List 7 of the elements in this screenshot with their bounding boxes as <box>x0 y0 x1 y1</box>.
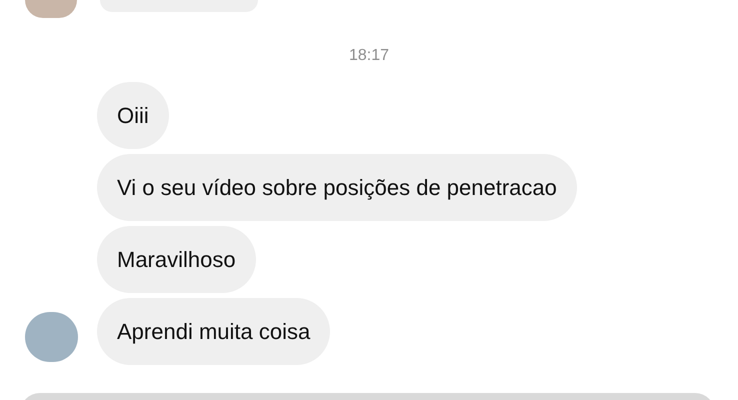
avatar <box>25 0 77 18</box>
message-text: Oiii <box>117 102 149 130</box>
timestamp: 18:17 <box>348 46 390 66</box>
avatar <box>25 312 78 362</box>
message-text: Vi o seu vídeo sobre posições de penetracao <box>117 174 557 202</box>
message-text: Maravilhoso <box>117 246 236 274</box>
message-text: Aprendi muita coisa <box>117 318 310 346</box>
